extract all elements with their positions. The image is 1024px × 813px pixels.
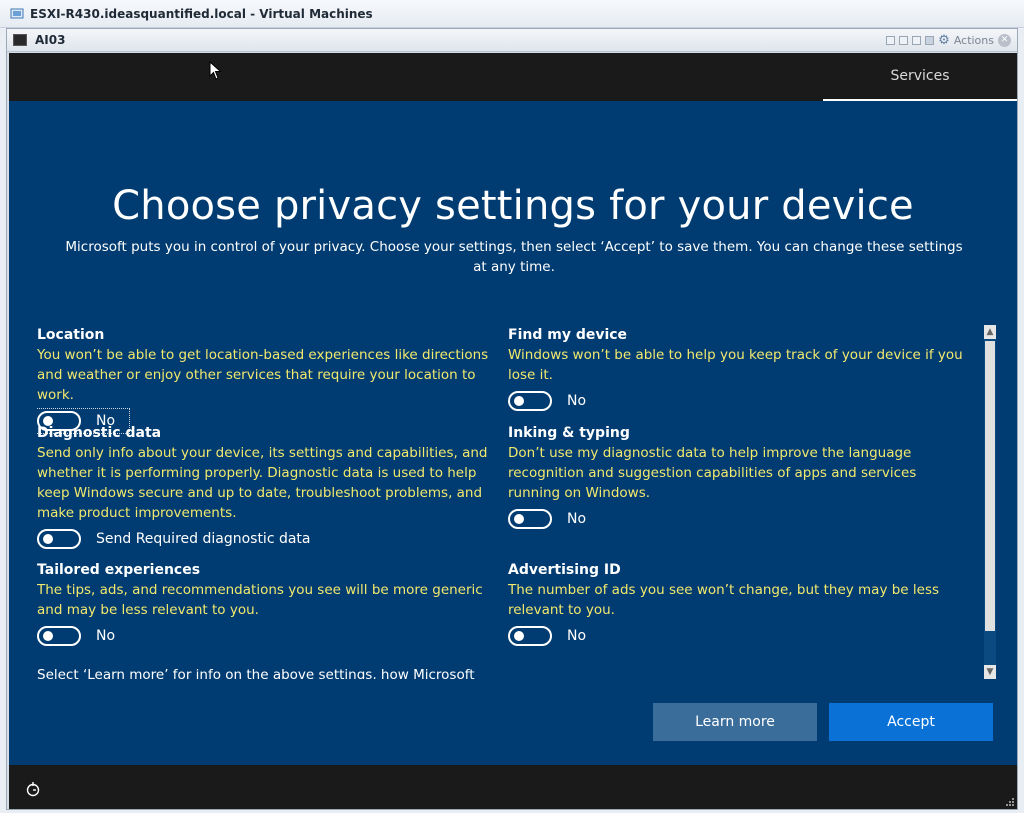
console-toolbar: AI03 ⚙ Actions ✕ — [7, 29, 1017, 52]
setting-diagnostic-data: Diagnostic data Send only info about you… — [37, 423, 497, 551]
toggle-state: No — [96, 628, 116, 644]
setting-description: Don’t use my diagnostic data to help imp… — [508, 445, 917, 501]
setting-title: Tailored experiences — [37, 562, 201, 578]
console-tools: ⚙ Actions ✕ — [886, 33, 1011, 48]
setting-description: You won’t be able to get location-based … — [37, 347, 489, 403]
resize-grip-icon[interactable] — [1005, 797, 1015, 807]
tailored-toggle[interactable] — [37, 626, 81, 646]
guest-screen[interactable]: Services Choose privacy settings for you… — [9, 53, 1017, 809]
diagnostic-toggle-row[interactable]: Send Required diagnostic data — [37, 527, 497, 551]
diagnostic-toggle[interactable] — [37, 529, 81, 549]
setting-description: The tips, ads, and recommendations you s… — [37, 582, 483, 618]
inking-toggle[interactable] — [508, 509, 552, 529]
gear-icon[interactable]: ⚙ — [938, 33, 950, 48]
scroll-down-button[interactable]: ▼ — [984, 665, 996, 679]
settings-list: Location You won’t be able to get locati… — [37, 325, 985, 679]
setting-find-my-device: Find my device Windows won’t be able to … — [508, 325, 968, 413]
keyboard-button[interactable] — [925, 35, 935, 45]
setting-description: Send only info about your device, its se… — [37, 445, 488, 521]
toggle-state: No — [567, 393, 587, 409]
scroll-up-button[interactable]: ▲ — [984, 325, 996, 339]
tab-services[interactable]: Services — [823, 53, 1017, 101]
oobe-top-bar: Services — [9, 53, 1017, 101]
setting-title: Diagnostic data — [37, 425, 162, 441]
close-icon[interactable]: ✕ — [998, 33, 1011, 47]
setting-description: Windows won’t be able to help you keep t… — [508, 347, 963, 383]
console-name: AI03 — [35, 33, 66, 47]
toggle-state: Send Required diagnostic data — [96, 531, 311, 547]
toggle-state: No — [567, 628, 587, 644]
oobe-bottom-bar — [9, 765, 1017, 809]
window-titlebar: ESXI-R430.ideasquantified.local - Virtua… — [0, 0, 1024, 28]
scroll-thumb[interactable] — [985, 341, 995, 631]
learn-more-button[interactable]: Learn more — [653, 703, 817, 741]
setting-description: The number of ads you see won’t change, … — [508, 582, 940, 618]
tailored-toggle-row[interactable]: No — [37, 624, 497, 648]
learn-more-info-text: Select ‘Learn more’ for info on the abov… — [37, 667, 475, 679]
accept-button[interactable]: Accept — [829, 703, 993, 741]
setting-title: Location — [37, 327, 105, 343]
settings-scrollbar[interactable]: ▲ ▼ — [984, 325, 996, 679]
toggle-state: No — [567, 511, 587, 527]
find-device-toggle-row[interactable]: No — [508, 389, 968, 413]
fullscreen-button[interactable] — [912, 35, 922, 45]
setting-title: Advertising ID — [508, 562, 621, 578]
setting-advertising-id: Advertising ID The number of ads you see… — [508, 560, 968, 648]
fit-window-button[interactable] — [886, 35, 896, 45]
window-title: ESXI-R430.ideasquantified.local - Virtua… — [30, 6, 373, 21]
mouse-cursor-icon — [209, 61, 222, 80]
setting-tailored-experiences: Tailored experiences The tips, ads, and … — [37, 560, 497, 648]
setting-inking-typing: Inking & typing Don’t use my diagnostic … — [508, 423, 968, 531]
find-device-toggle[interactable] — [508, 391, 552, 411]
page-title: Choose privacy settings for your device — [112, 183, 914, 229]
restore-button[interactable] — [899, 35, 909, 45]
vm-icon — [10, 8, 24, 18]
console-icon — [13, 34, 27, 46]
actions-menu[interactable]: Actions — [954, 34, 994, 47]
ease-of-access-icon[interactable] — [25, 781, 41, 797]
setting-location: Location You won’t be able to get locati… — [37, 325, 497, 434]
advertising-toggle-row[interactable]: No — [508, 624, 968, 648]
page-subtitle: Microsoft puts you in control of your pr… — [65, 239, 963, 275]
advertising-toggle[interactable] — [508, 626, 552, 646]
inking-toggle-row[interactable]: No — [508, 507, 968, 531]
setting-title: Find my device — [508, 327, 628, 343]
console-frame: AI03 ⚙ Actions ✕ Services Choose privacy… — [6, 28, 1018, 810]
setting-title: Inking & typing — [508, 425, 630, 441]
